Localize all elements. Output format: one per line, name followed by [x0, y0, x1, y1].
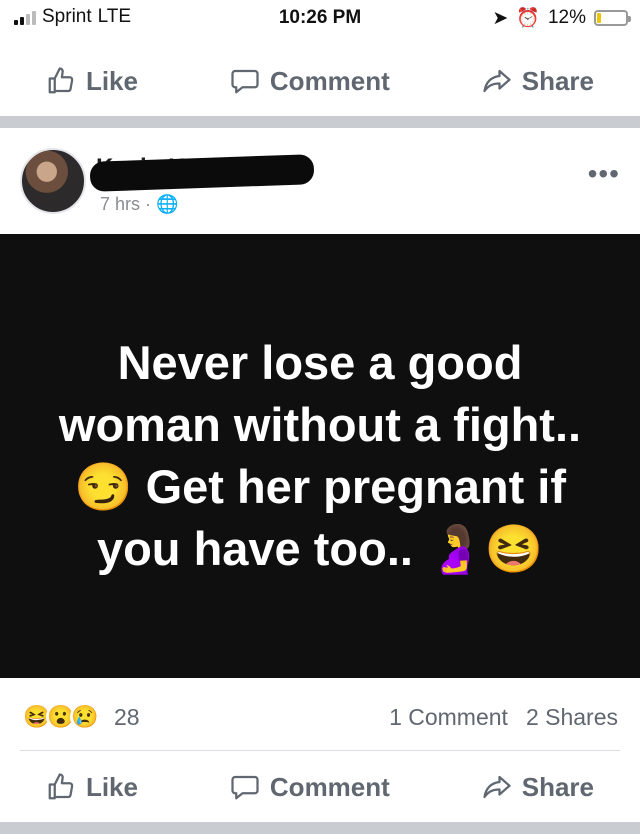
- post-image[interactable]: Never lose a good woman without a fight.…: [0, 234, 640, 678]
- share-button[interactable]: Share: [482, 772, 594, 803]
- alarm-icon: ⏰: [516, 8, 540, 29]
- globe-icon: · 🌐: [145, 194, 179, 214]
- redaction-scribble: [89, 154, 315, 192]
- share-icon: [483, 775, 511, 799]
- action-bar-top: Like Comment Share: [0, 46, 640, 116]
- like-label: Like: [85, 771, 138, 802]
- share-count[interactable]: 2 Shares: [526, 704, 618, 731]
- comment-label: Comment: [269, 65, 390, 96]
- comment-button[interactable]: Comment: [230, 772, 390, 803]
- battery-icon: [594, 10, 631, 26]
- action-divider: [20, 750, 620, 751]
- thumbs-up-icon: [48, 67, 74, 94]
- post-image-text: Never lose a good woman without a fight.…: [58, 336, 582, 575]
- location-icon: ➤: [492, 7, 509, 29]
- more-options-icon[interactable]: •••: [588, 158, 620, 190]
- feed-divider: [0, 116, 640, 128]
- reaction-count[interactable]: 28: [114, 704, 140, 731]
- post-header: Kevin Herwig 7 hrs · 🌐 •••: [0, 128, 640, 234]
- status-right: ➤ ⏰ 12%: [492, 6, 631, 30]
- status-bar: Sprint LTE 10:26 PM ➤ ⏰ 12%: [0, 0, 640, 36]
- like-label: Like: [85, 65, 138, 96]
- avatar[interactable]: [20, 148, 86, 214]
- engagement-counts: 1 Comment 2 Shares: [389, 704, 618, 731]
- reactions-row: 😆 😮 😢 28 1 Comment 2 Shares: [0, 690, 640, 742]
- post-meta: 7 hrs · 🌐: [100, 194, 178, 215]
- reaction-icons[interactable]: 😆 😮 😢: [22, 702, 100, 732]
- action-bar-bottom: Like Comment Share: [0, 752, 640, 822]
- comment-label: Comment: [269, 771, 390, 802]
- feed-divider-bottom: [0, 822, 640, 834]
- battery-percent: 12%: [547, 7, 586, 28]
- like-button[interactable]: Like: [46, 772, 138, 803]
- share-label: Share: [521, 771, 594, 802]
- share-button[interactable]: Share: [482, 66, 594, 97]
- like-button[interactable]: Like: [46, 66, 138, 97]
- share-icon: [483, 69, 511, 93]
- comment-icon: [231, 775, 259, 800]
- comment-icon: [231, 69, 259, 94]
- thumbs-up-icon: [48, 773, 74, 800]
- post-time: 7 hrs: [100, 194, 141, 214]
- share-label: Share: [521, 65, 594, 96]
- comment-button[interactable]: Comment: [230, 66, 390, 97]
- comment-count[interactable]: 1 Comment: [389, 704, 508, 731]
- sad-reaction-icon: 😢: [70, 702, 100, 732]
